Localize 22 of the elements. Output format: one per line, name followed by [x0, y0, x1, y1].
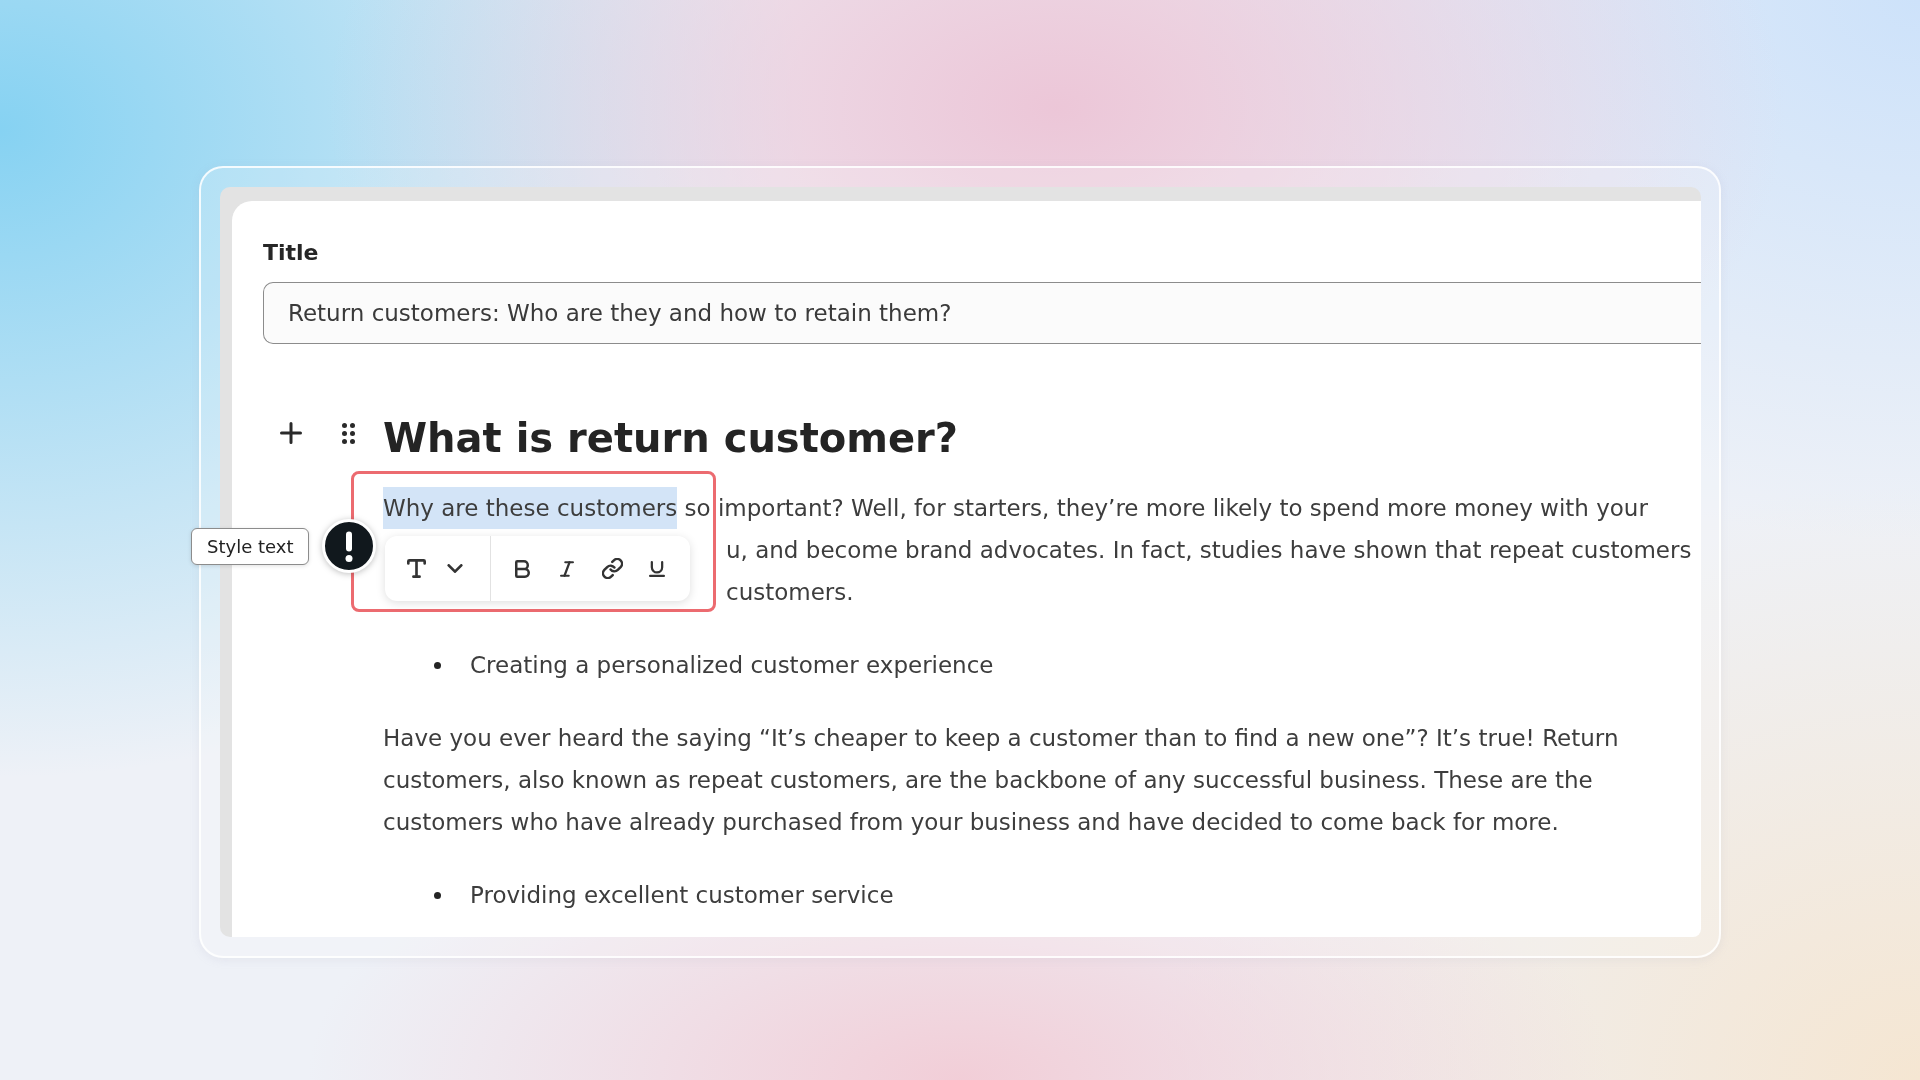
tooltip: Style text [191, 528, 310, 565]
paragraph-text: so important? Well, for starters, they’re more likely to spend more money with your [684, 494, 1648, 523]
list-item-text: Creating a personalized customer experience [470, 651, 994, 680]
list-item-text: Providing excellent customer service [470, 881, 894, 910]
caret-icon [447, 564, 463, 573]
italic-icon[interactable] [560, 560, 574, 577]
paragraph-text: Have you ever heard the saying “It’s cheaper to keep a customer than to find a new one”? It’s true! Return customers, also known as repeat customers, are the backbone of any successful business. These are the customers who have already purchased from your business and have decided to come back for more. [383, 724, 1620, 837]
heading-text: What is return customer? [383, 414, 958, 463]
plus-icon[interactable] [280, 422, 302, 444]
selected-text: Why are these customers [383, 487, 678, 529]
link-icon[interactable] [601, 558, 623, 579]
alert-icon [322, 519, 376, 573]
bold-icon[interactable] [514, 559, 530, 578]
bullet-icon [434, 891, 441, 899]
underline-icon[interactable] [649, 559, 665, 578]
text-style-icon [407, 559, 426, 578]
title-input[interactable]: Return customers: Who are they and how to retain them? [263, 282, 1701, 344]
bullet-icon [434, 661, 441, 669]
title-label: Title [263, 239, 319, 267]
drag-handle-icon[interactable] [342, 422, 355, 444]
paragraph-text: customers. [726, 578, 854, 607]
paragraph-text: u, and become brand advocates. In fact, studies have shown that repeat customers [726, 536, 1692, 565]
